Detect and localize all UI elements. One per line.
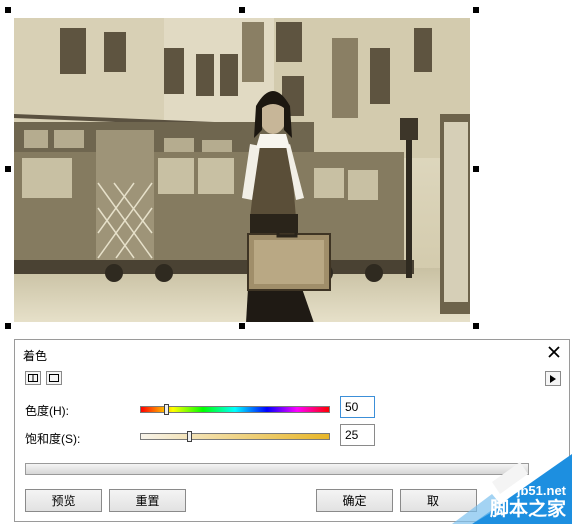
play-icon xyxy=(550,374,556,383)
watermark: jb51.net 脚本之家 xyxy=(432,454,572,524)
hue-label: 色度(H): xyxy=(25,404,69,418)
preview-button[interactable]: 预览 xyxy=(25,489,102,512)
selection-handle-top-right[interactable] xyxy=(473,7,479,13)
hue-input[interactable] xyxy=(340,396,375,418)
hue-slider-thumb[interactable] xyxy=(164,404,169,415)
split-view-icon xyxy=(28,374,38,382)
selection-handle-bottom-right[interactable] xyxy=(473,323,479,329)
hue-slider[interactable] xyxy=(140,404,330,415)
split-view-button[interactable] xyxy=(25,371,41,385)
close-icon xyxy=(548,346,560,358)
selection-handle-middle-left[interactable] xyxy=(5,166,11,172)
selection-handle-top-center[interactable] xyxy=(239,7,245,13)
photo-illustration xyxy=(14,18,470,322)
close-button[interactable] xyxy=(545,343,563,361)
selection-handle-bottom-left[interactable] xyxy=(5,323,11,329)
single-view-icon xyxy=(49,374,59,382)
reset-button[interactable]: 重置 xyxy=(109,489,186,512)
saturation-label: 饱和度(S): xyxy=(25,432,81,446)
ok-button[interactable]: 确定 xyxy=(316,489,393,512)
selection-handle-bottom-center[interactable] xyxy=(239,323,245,329)
watermark-brand: 脚本之家 xyxy=(489,498,566,520)
sepia-photo[interactable] xyxy=(14,18,470,322)
saturation-slider[interactable] xyxy=(140,431,330,442)
saturation-input[interactable] xyxy=(340,424,375,446)
selection-handle-top-left[interactable] xyxy=(5,7,11,13)
canvas-area xyxy=(0,0,572,340)
dialog-title: 着色 xyxy=(23,349,48,363)
single-view-button[interactable] xyxy=(46,371,62,385)
expand-button[interactable] xyxy=(545,371,561,386)
saturation-slider-thumb[interactable] xyxy=(187,431,192,442)
selection-handle-middle-right[interactable] xyxy=(473,166,479,172)
